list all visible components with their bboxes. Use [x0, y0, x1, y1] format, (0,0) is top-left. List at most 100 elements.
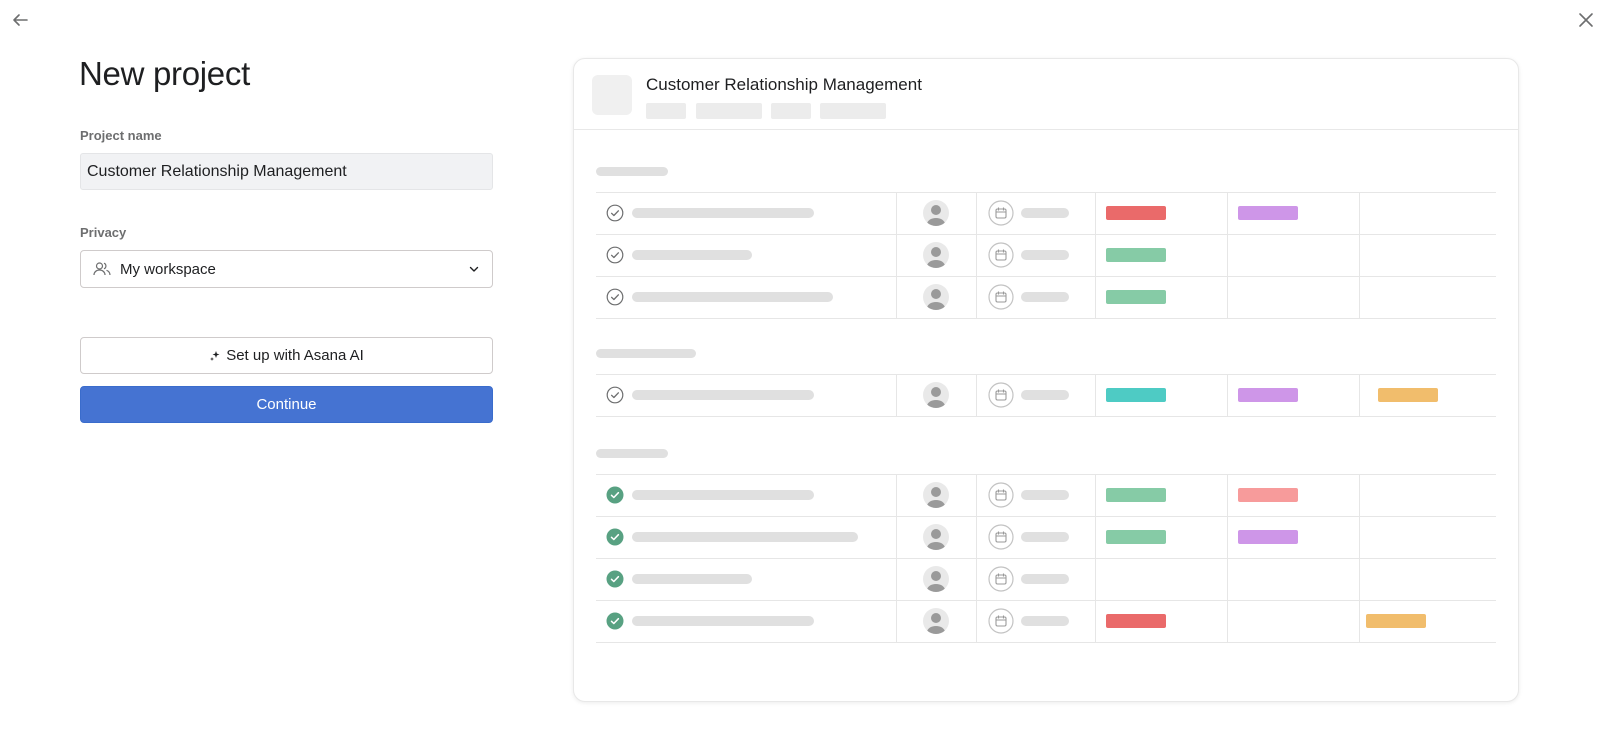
- task-name-placeholder: [632, 390, 814, 400]
- tag-pill: [1378, 388, 1438, 402]
- tag-pill: [1106, 248, 1166, 262]
- row-divider: [596, 192, 1496, 193]
- column-divider: [976, 374, 977, 416]
- row-divider: [596, 416, 1496, 417]
- avatar-icon: [923, 242, 949, 268]
- project-name-label: Project name: [80, 128, 162, 143]
- tag-pill: [1238, 530, 1298, 544]
- column-divider: [896, 374, 897, 416]
- section-header-placeholder: [596, 349, 696, 358]
- calendar-icon: [988, 566, 1014, 592]
- tab-placeholder: [820, 103, 886, 119]
- calendar-icon: [988, 284, 1014, 310]
- due-date-placeholder: [1021, 292, 1069, 302]
- setup-with-ai-label: Set up with Asana AI: [226, 347, 364, 364]
- row-divider: [596, 642, 1496, 643]
- column-divider: [1359, 374, 1360, 416]
- column-divider: [1227, 474, 1228, 642]
- calendar-icon: [988, 608, 1014, 634]
- check-circle-icon: [606, 612, 624, 630]
- preview-project-title: Customer Relationship Management: [646, 75, 922, 94]
- avatar-icon: [923, 200, 949, 226]
- calendar-icon: [988, 242, 1014, 268]
- calendar-icon: [988, 524, 1014, 550]
- row-divider: [596, 516, 1496, 517]
- tag-pill: [1106, 290, 1166, 304]
- back-button[interactable]: [8, 8, 32, 32]
- column-divider: [1359, 192, 1360, 318]
- arrow-left-icon: [13, 14, 28, 26]
- row-divider: [596, 234, 1496, 235]
- check-circle-icon: [606, 204, 624, 222]
- row-divider: [596, 558, 1496, 559]
- row-divider: [596, 474, 1496, 475]
- continue-button[interactable]: Continue: [80, 386, 493, 423]
- check-circle-icon: [606, 386, 624, 404]
- avatar-icon: [923, 524, 949, 550]
- due-date-placeholder: [1021, 390, 1069, 400]
- avatar-icon: [923, 608, 949, 634]
- sparkle-icon: [210, 350, 220, 361]
- avatar-icon: [923, 382, 949, 408]
- column-divider: [1095, 474, 1096, 642]
- column-divider: [1095, 374, 1096, 416]
- section-header-placeholder: [596, 449, 668, 458]
- column-divider: [1359, 474, 1360, 642]
- calendar-icon: [988, 482, 1014, 508]
- preview-header-divider: [574, 129, 1518, 130]
- members-icon: [93, 262, 111, 276]
- privacy-select[interactable]: My workspace: [80, 250, 493, 288]
- tab-placeholder: [696, 103, 762, 119]
- tag-pill: [1238, 388, 1298, 402]
- column-divider: [1227, 374, 1228, 416]
- avatar-icon: [923, 566, 949, 592]
- task-name-placeholder: [632, 208, 814, 218]
- row-divider: [596, 600, 1496, 601]
- check-circle-icon: [606, 528, 624, 546]
- due-date-placeholder: [1021, 490, 1069, 500]
- task-name-placeholder: [632, 616, 814, 626]
- row-divider: [596, 374, 1496, 375]
- task-name-placeholder: [632, 574, 752, 584]
- column-divider: [896, 192, 897, 318]
- tag-pill: [1106, 488, 1166, 502]
- tag-pill: [1238, 488, 1298, 502]
- tag-pill: [1106, 614, 1166, 628]
- calendar-icon: [988, 382, 1014, 408]
- tag-pill: [1238, 206, 1298, 220]
- tab-placeholder: [771, 103, 811, 119]
- check-circle-icon: [606, 486, 624, 504]
- column-divider: [1227, 192, 1228, 318]
- tag-pill: [1106, 530, 1166, 544]
- tab-placeholder: [646, 103, 686, 119]
- due-date-placeholder: [1021, 616, 1069, 626]
- close-button[interactable]: [1574, 8, 1598, 32]
- project-name-input[interactable]: [80, 153, 493, 190]
- row-divider: [596, 276, 1496, 277]
- column-divider: [976, 474, 977, 642]
- calendar-icon: [988, 200, 1014, 226]
- avatar-icon: [923, 284, 949, 310]
- tag-pill: [1366, 614, 1426, 628]
- continue-label: Continue: [256, 396, 317, 413]
- tag-pill: [1106, 388, 1166, 402]
- due-date-placeholder: [1021, 250, 1069, 260]
- due-date-placeholder: [1021, 574, 1069, 584]
- column-divider: [976, 192, 977, 318]
- project-icon-placeholder: [592, 75, 632, 115]
- chevron-down-icon: [469, 266, 479, 272]
- task-name-placeholder: [632, 490, 814, 500]
- project-preview: Customer Relationship Management: [573, 58, 1519, 702]
- check-circle-icon: [606, 570, 624, 588]
- tag-pill: [1106, 206, 1166, 220]
- check-circle-icon: [606, 288, 624, 306]
- close-icon: [1579, 13, 1593, 27]
- privacy-value: My workspace: [120, 260, 216, 278]
- setup-with-ai-button[interactable]: Set up with Asana AI: [80, 337, 493, 374]
- row-divider: [596, 318, 1496, 319]
- task-name-placeholder: [632, 532, 858, 542]
- privacy-label: Privacy: [80, 225, 127, 240]
- column-divider: [1095, 192, 1096, 318]
- due-date-placeholder: [1021, 532, 1069, 542]
- column-divider: [896, 474, 897, 642]
